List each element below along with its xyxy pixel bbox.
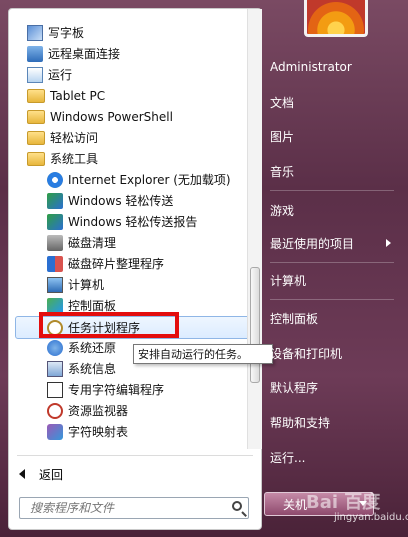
internet-explorer-icon: [47, 171, 63, 188]
folder-icon: [27, 88, 45, 103]
menu-label: 游戏: [270, 203, 295, 218]
list-item-computer[interactable]: 计算机: [9, 274, 249, 295]
list-item-system-tools[interactable]: 系统工具: [9, 148, 249, 169]
menu-item-documents[interactable]: 文档: [270, 91, 294, 113]
menu-label: 控制面板: [270, 311, 319, 326]
list-item-resource-monitor[interactable]: 资源监视器: [9, 400, 249, 421]
character-map-icon: [47, 423, 63, 440]
programs-list: 写字板 远程桌面连接 运行 Tablet PC Windows PowerShe…: [9, 9, 249, 449]
menu-item-computer[interactable]: 计算机: [270, 269, 306, 291]
back-label: 返回: [39, 467, 64, 482]
folder-icon: [27, 109, 45, 124]
item-label: 磁盘清理: [68, 236, 117, 250]
item-label: 字符映射表: [68, 425, 129, 439]
list-item-easy-transfer-report[interactable]: Windows 轻松传送报告: [9, 211, 249, 232]
computer-icon: [47, 276, 63, 293]
back-button[interactable]: 返回: [19, 464, 139, 484]
menu-separator: [270, 262, 394, 263]
menu-label: 运行...: [270, 450, 306, 465]
item-label: Tablet PC: [50, 88, 106, 103]
item-label: 系统还原: [68, 341, 117, 355]
list-item-character-map[interactable]: 字符映射表: [9, 421, 249, 442]
item-label: 远程桌面连接: [48, 47, 121, 61]
menu-separator: [270, 299, 394, 300]
item-label: 专用字符编辑程序: [68, 383, 165, 397]
programs-pane: 写字板 远程桌面连接 运行 Tablet PC Windows PowerShe…: [8, 8, 273, 530]
folder-icon: [27, 130, 45, 145]
item-label: 计算机: [68, 278, 105, 292]
menu-item-music[interactable]: 音乐: [270, 160, 294, 182]
list-item-run[interactable]: 运行: [9, 64, 249, 85]
tooltip: 安排自动运行的任务。: [133, 344, 273, 364]
divider: [17, 455, 253, 456]
search-icon: [232, 501, 242, 511]
watermark-logo: Bai 百度: [306, 492, 381, 513]
run-icon: [27, 66, 43, 83]
list-item-char-editor[interactable]: 专用字符编辑程序: [9, 379, 249, 400]
list-item-powershell[interactable]: Windows PowerShell: [9, 106, 249, 127]
list-item-tablet-pc[interactable]: Tablet PC: [9, 85, 249, 106]
menu-item-administrator[interactable]: Administrator: [270, 56, 352, 78]
back-arrow-icon: [19, 469, 25, 479]
menu-item-games[interactable]: 游戏: [270, 199, 294, 221]
remote-desktop-icon: [27, 45, 43, 62]
item-label: 写字板: [48, 26, 85, 40]
start-menu: 写字板 远程桌面连接 运行 Tablet PC Windows PowerShe…: [0, 0, 408, 537]
item-label: 磁盘碎片整理程序: [68, 257, 165, 271]
list-item-ie-no-addons[interactable]: Internet Explorer (无加载项): [9, 169, 249, 190]
item-label: 资源监视器: [68, 404, 129, 418]
easy-transfer-icon: [47, 192, 63, 209]
menu-label: 帮助和支持: [270, 415, 331, 430]
menu-label: 文档: [270, 95, 295, 110]
item-label: 系统工具: [50, 152, 99, 166]
list-item-accessibility[interactable]: 轻松访问: [9, 127, 249, 148]
menu-item-devices-printers[interactable]: 设备和打印机: [270, 342, 342, 364]
wordpad-icon: [27, 24, 43, 41]
menu-label: 音乐: [270, 164, 295, 179]
menu-label: 设备和打印机: [270, 346, 343, 361]
defragmenter-icon: [47, 255, 63, 272]
item-label: Windows 轻松传送: [68, 194, 174, 208]
menu-separator: [270, 190, 394, 191]
menu-label: 默认程序: [270, 380, 319, 395]
list-item-remote-desktop[interactable]: 远程桌面连接: [9, 43, 249, 64]
list-item-disk-cleanup[interactable]: 磁盘清理: [9, 232, 249, 253]
item-label: Internet Explorer (无加载项): [68, 173, 231, 187]
search-input[interactable]: [28, 500, 222, 516]
item-label: 轻松访问: [50, 131, 99, 145]
watermark-url: jingyan.baidu.com: [334, 512, 408, 523]
char-editor-icon: [47, 381, 63, 398]
item-label: 系统信息: [68, 362, 117, 376]
menu-label: Administrator: [270, 60, 352, 74]
disk-cleanup-icon: [47, 234, 63, 251]
menu-item-help-support[interactable]: 帮助和支持: [270, 411, 330, 433]
programs-scrollbar[interactable]: [247, 9, 262, 449]
highlight-box: [39, 312, 179, 338]
list-item-easy-transfer[interactable]: Windows 轻松传送: [9, 190, 249, 211]
menu-label: 图片: [270, 129, 295, 144]
search-box[interactable]: [19, 497, 249, 519]
menu-label: 最近使用的项目: [270, 236, 355, 251]
scrollbar-thumb[interactable]: [250, 267, 260, 383]
menu-item-pictures[interactable]: 图片: [270, 125, 294, 147]
list-item-wordpad[interactable]: 写字板: [9, 22, 249, 43]
system-info-icon: [47, 360, 63, 377]
menu-item-recent-items[interactable]: 最近使用的项目: [270, 232, 394, 254]
item-label: 运行: [48, 68, 73, 82]
easy-transfer-report-icon: [47, 213, 63, 230]
menu-item-default-programs[interactable]: 默认程序: [270, 376, 318, 398]
resource-monitor-icon: [47, 402, 63, 419]
item-label: Windows 轻松传送报告: [68, 215, 198, 229]
shutdown-label: 关机: [283, 497, 308, 512]
system-restore-icon: [47, 339, 63, 356]
menu-label: 计算机: [270, 273, 307, 288]
right-menu: Administrator 文档 图片 音乐 游戏 最近使用的项目 计算机 控制…: [270, 0, 408, 537]
list-item-defragmenter[interactable]: 磁盘碎片整理程序: [9, 253, 249, 274]
menu-item-run[interactable]: 运行...: [270, 446, 305, 468]
folder-icon: [27, 151, 45, 166]
menu-item-control-panel[interactable]: 控制面板: [270, 307, 318, 329]
item-label: Windows PowerShell: [50, 109, 173, 124]
